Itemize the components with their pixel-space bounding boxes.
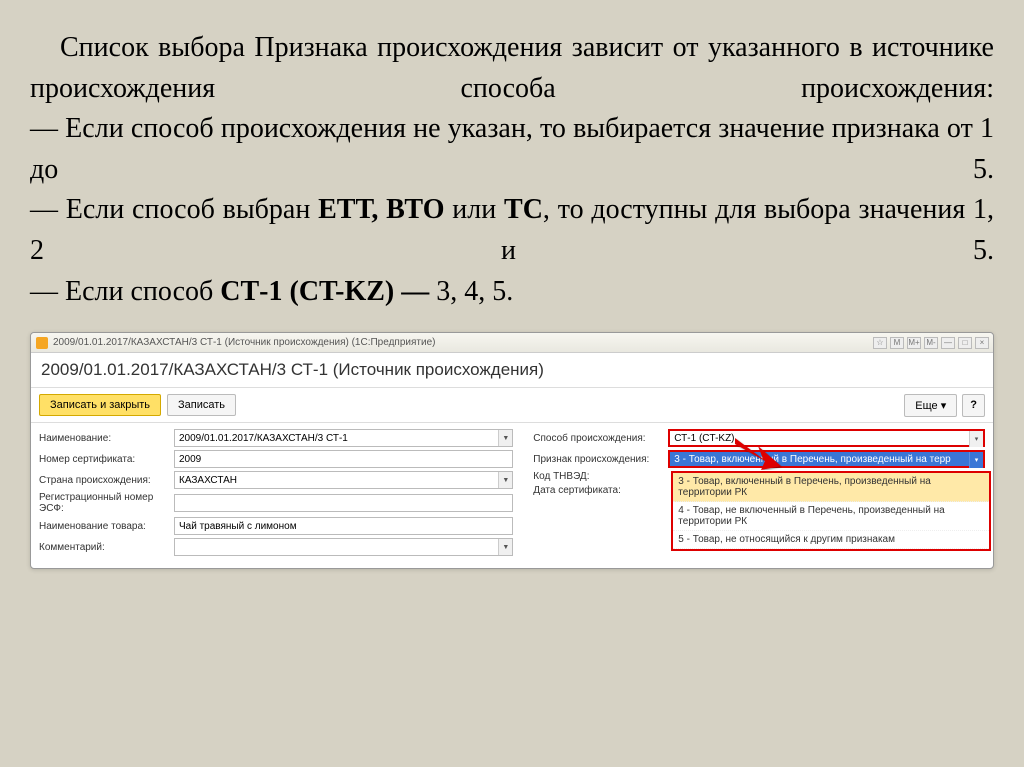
dropdown-icon[interactable]: ▼ (498, 539, 512, 555)
maximize-icon[interactable]: □ (958, 337, 972, 349)
m-minus-btn[interactable]: M- (924, 337, 938, 349)
dropdown-icon[interactable]: ▼ (498, 472, 512, 488)
sign-label: Признак происхождения: (533, 454, 663, 465)
help-button[interactable]: ? (962, 394, 985, 417)
date-label: Дата сертификата: (533, 485, 663, 496)
right-column: Способ происхождения: СТ-1 (CT-KZ)▾ Приз… (533, 429, 985, 556)
minimize-icon[interactable]: — (941, 337, 955, 349)
dropdown-option[interactable]: 5 - Товар, не относящийся к другим призн… (673, 531, 989, 549)
m-plus-btn[interactable]: M+ (907, 337, 921, 349)
left-column: Наименование: 2009/01.01.2017/КАЗАХСТАН/… (39, 429, 513, 556)
save-close-button[interactable]: Записать и закрыть (39, 394, 161, 416)
window-controls: ☆ M M+ M- — □ × (873, 337, 989, 349)
country-label: Страна происхождения: (39, 475, 169, 486)
dropdown-option[interactable]: 4 - Товар, не включенный в Перечень, про… (673, 502, 989, 531)
desc-line2: — Если способ происхождения не указан, т… (30, 109, 994, 190)
country-input[interactable]: КАЗАХСТАН▼ (174, 471, 513, 489)
save-button[interactable]: Записать (167, 394, 236, 416)
name-label: Наименование: (39, 433, 169, 444)
cert-label: Номер сертификата: (39, 454, 169, 465)
desc-line3: — Если способ выбран ЕТТ, ВТО или ТС, то… (30, 190, 994, 271)
method-input[interactable]: СТ-1 (CT-KZ)▾ (668, 429, 985, 447)
toolbar: Записать и закрыть Записать Еще ▾ ? (31, 388, 993, 423)
page-title: 2009/01.01.2017/КАЗАХСТАН/3 СТ-1 (Источн… (31, 353, 993, 388)
titlebar: 2009/01.01.2017/КАЗАХСТАН/3 СТ-1 (Источн… (31, 333, 993, 353)
app-icon (36, 337, 48, 349)
description-text: Список выбора Признака происхождения зав… (0, 0, 1024, 332)
cert-input[interactable]: 2009 (174, 450, 513, 468)
titlebar-text: 2009/01.01.2017/КАЗАХСТАН/3 СТ-1 (Источн… (53, 337, 435, 348)
star-icon[interactable]: ☆ (873, 337, 887, 349)
m-btn[interactable]: M (890, 337, 904, 349)
comment-input[interactable]: ▼ (174, 538, 513, 556)
method-label: Способ происхождения: (533, 433, 663, 444)
goods-label: Наименование товара: (39, 521, 169, 532)
goods-input[interactable]: Чай травяный с лимоном (174, 517, 513, 535)
close-icon[interactable]: × (975, 337, 989, 349)
sign-input[interactable]: 3 - Товар, включенный в Перечень, произв… (668, 450, 985, 468)
sign-dropdown[interactable]: 3 - Товар, включенный в Перечень, произв… (671, 471, 991, 551)
tnved-label: Код ТНВЭД: (533, 471, 663, 482)
dropdown-option[interactable]: 3 - Товар, включенный в Перечень, произв… (673, 473, 989, 502)
reg-label: Регистрационный номер ЭСФ: (39, 492, 169, 514)
app-window: 2009/01.01.2017/КАЗАХСТАН/3 СТ-1 (Источн… (30, 332, 994, 569)
form-body: Наименование: 2009/01.01.2017/КАЗАХСТАН/… (31, 423, 993, 568)
desc-line4: — Если способ СТ-1 (CT-KZ) — 3, 4, 5. (30, 272, 994, 313)
more-button[interactable]: Еще ▾ (904, 394, 957, 417)
name-input[interactable]: 2009/01.01.2017/КАЗАХСТАН/3 СТ-1▼ (174, 429, 513, 447)
dropdown-icon[interactable]: ▼ (498, 430, 512, 446)
desc-line1: Список выбора Признака происхождения зав… (30, 28, 994, 109)
comment-label: Комментарий: (39, 542, 169, 553)
dropdown-icon[interactable]: ▾ (969, 452, 983, 468)
reg-input[interactable] (174, 494, 513, 512)
dropdown-icon[interactable]: ▾ (969, 431, 983, 447)
